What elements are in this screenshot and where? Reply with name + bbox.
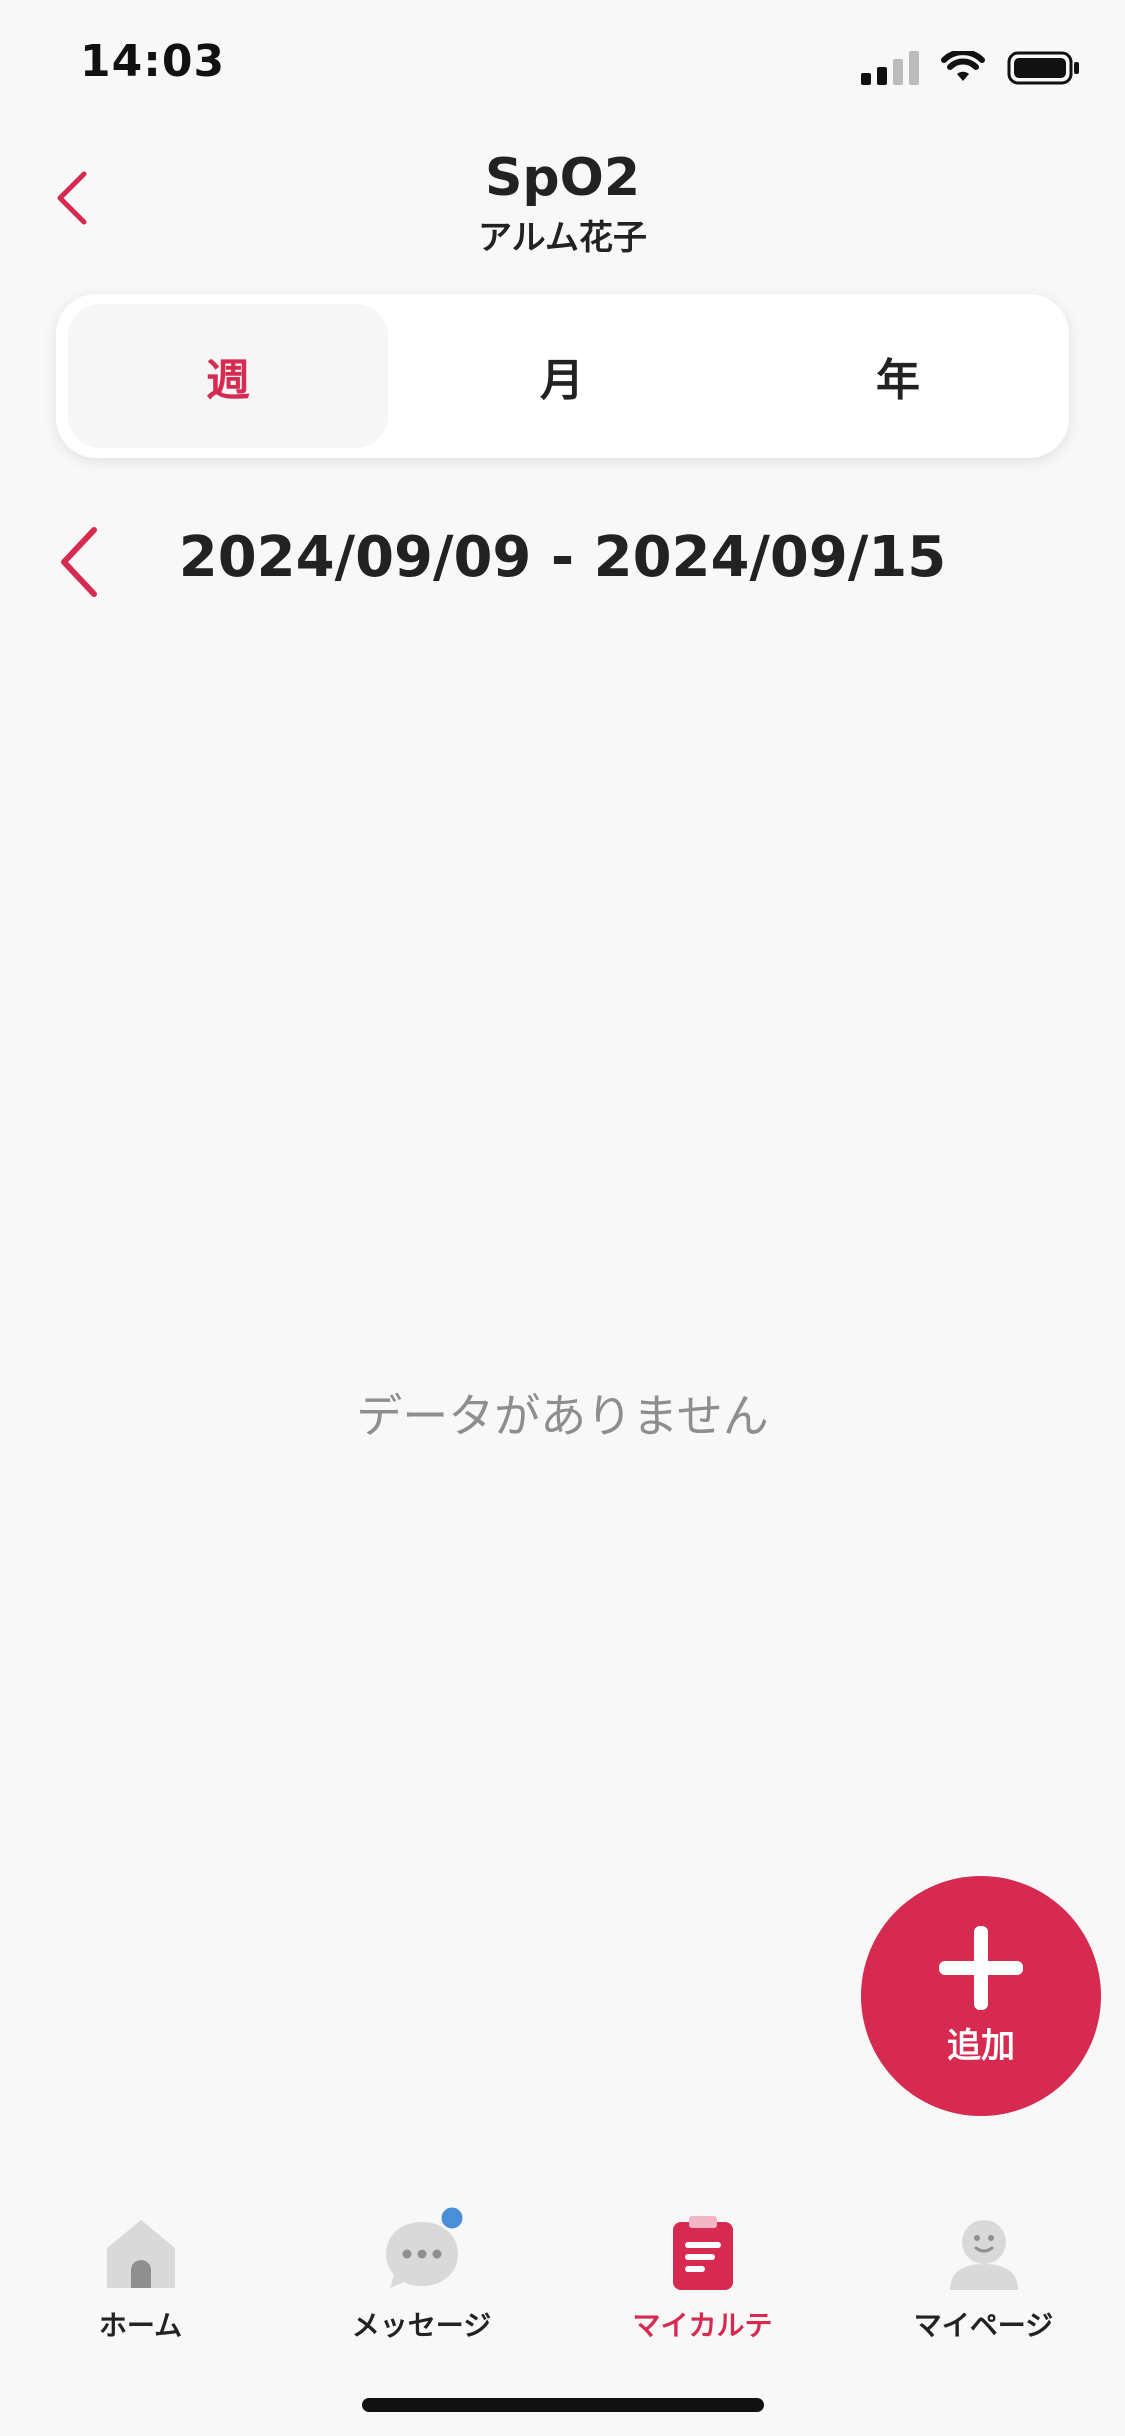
tab-home[interactable]: ホーム	[0, 2196, 281, 2346]
patient-name: アルム花子	[478, 218, 647, 258]
empty-state-message: データがありません	[356, 1389, 769, 1443]
chart-record-icon	[672, 2216, 733, 2290]
tab-my-page-label: マイページ	[913, 2309, 1054, 2342]
tab-my-page[interactable]: マイページ	[843, 2196, 1124, 2346]
period-segmented-control: 週 月 年	[56, 294, 1069, 458]
signal-icon	[861, 51, 919, 85]
home-indicator	[362, 2398, 764, 2412]
bottom-tab-bar: ホーム メッセージ マイカルテ マイページ	[0, 2196, 1125, 2346]
tab-week[interactable]: 週	[68, 294, 388, 458]
tab-year[interactable]: 年	[738, 294, 1058, 458]
status-time: 14:03	[80, 36, 226, 87]
tab-month[interactable]: 月	[402, 294, 722, 458]
tab-messages-label: メッセージ	[351, 2309, 492, 2342]
page-title: SpO2	[484, 148, 641, 208]
tab-my-karte[interactable]: マイカルテ	[562, 2196, 843, 2346]
wifi-icon	[941, 51, 985, 81]
add-button[interactable]: 追加	[861, 1876, 1101, 2116]
add-button-label: 追加	[947, 2025, 1015, 2066]
tab-home-label: ホーム	[98, 2309, 183, 2342]
tab-messages[interactable]: メッセージ	[281, 2196, 562, 2346]
home-icon	[106, 2220, 175, 2288]
status-icons	[861, 46, 1081, 90]
person-icon	[949, 2220, 1018, 2290]
plus-icon	[939, 1925, 1023, 2010]
notification-badge	[438, 2204, 465, 2232]
battery-icon	[1007, 51, 1079, 85]
tab-my-karte-label: マイカルテ	[632, 2309, 773, 2342]
date-range-label: 2024/09/09 - 2024/09/15	[178, 525, 947, 590]
message-icon	[385, 2204, 465, 2288]
